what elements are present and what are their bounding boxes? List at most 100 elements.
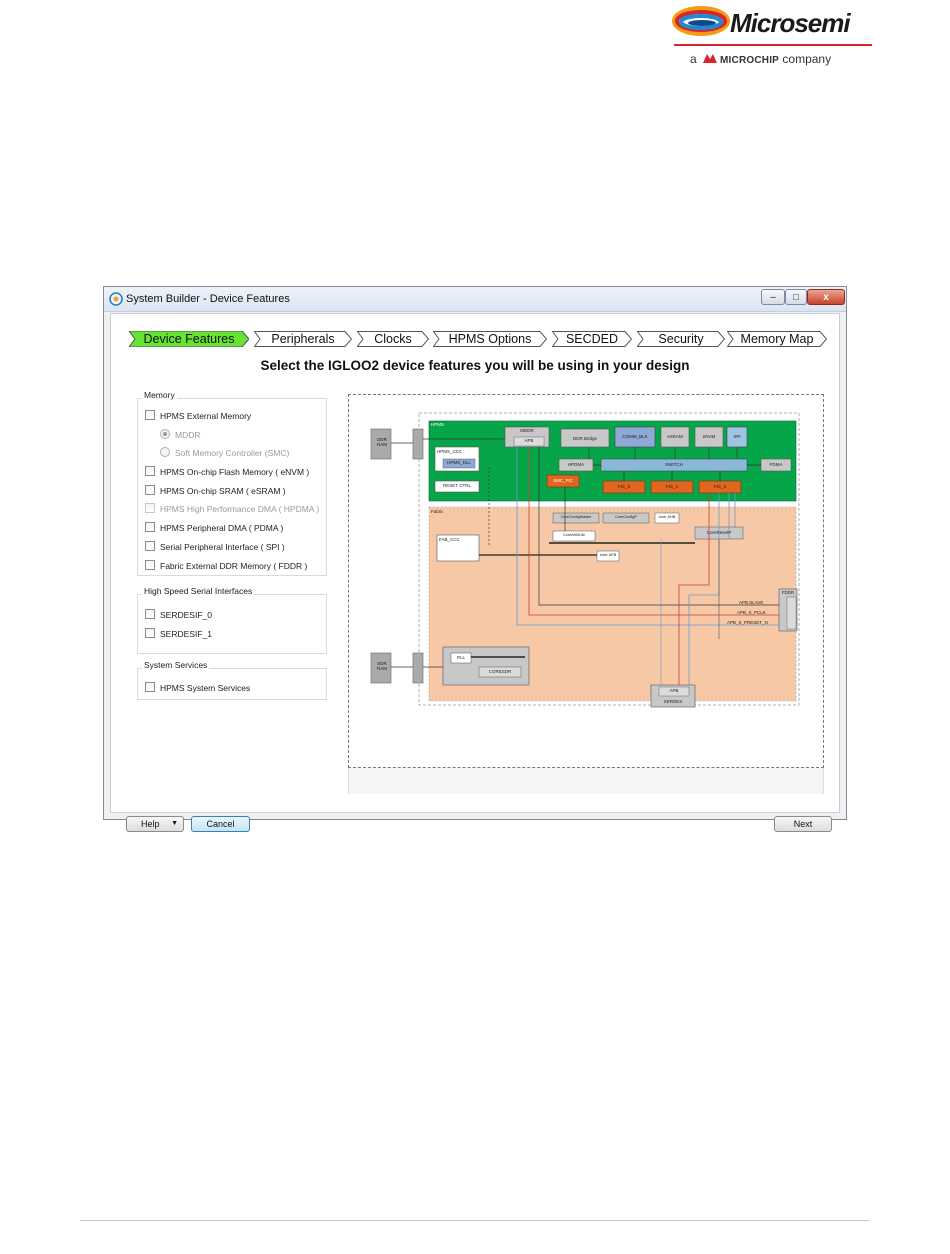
logo-divider bbox=[674, 44, 872, 46]
radio-dot[interactable] bbox=[160, 429, 170, 439]
page-footer-rule bbox=[80, 1220, 870, 1221]
tab-peripherals[interactable]: Peripherals bbox=[254, 331, 352, 347]
fic-0-label: FIC_0 bbox=[617, 484, 631, 489]
tab-hpms-options[interactable]: HPMS Options bbox=[433, 331, 547, 347]
microchip-icon bbox=[703, 54, 718, 63]
help-button[interactable]: Help ▼ bbox=[126, 816, 184, 832]
brand-tagline: a MICROCHIP company bbox=[690, 52, 831, 66]
checkbox-box[interactable] bbox=[145, 541, 155, 551]
hpms-dll-label: HPMS_DLL bbox=[447, 460, 471, 465]
radio-dot[interactable] bbox=[160, 447, 170, 457]
tab-memory-map[interactable]: Memory Map bbox=[727, 331, 827, 347]
pdma-label: PDMA bbox=[769, 462, 783, 467]
checkbox-box[interactable] bbox=[145, 522, 155, 532]
option-label: HPMS External Memory bbox=[160, 411, 252, 421]
switch-label: SWITCH bbox=[665, 462, 683, 467]
checkbox-box[interactable] bbox=[145, 410, 155, 420]
hpms-system-services-checkbox[interactable]: HPMS System Services bbox=[145, 681, 250, 695]
apb-s-pclk-label: APB_S_PCLK bbox=[737, 610, 766, 615]
fabric-label: Fabric bbox=[431, 509, 444, 514]
serdesif-0-checkbox[interactable]: SERDESIF_0 bbox=[145, 608, 212, 622]
fab-ccc-label: FAB_CCC bbox=[439, 537, 460, 542]
checkbox-box[interactable] bbox=[145, 560, 155, 570]
tab-label: Security bbox=[658, 332, 704, 346]
wizard-steps: Device Features Peripherals Clocks HPMS … bbox=[129, 331, 829, 347]
pdma-checkbox[interactable]: HPMS Peripheral DMA ( PDMA ) bbox=[145, 521, 283, 535]
coreahblite-label: CoreAHBLite bbox=[562, 533, 586, 537]
tab-device-features[interactable]: Device Features bbox=[129, 331, 249, 347]
next-button[interactable]: Next bbox=[774, 816, 832, 832]
hpdma-label: HPDMA bbox=[567, 462, 585, 467]
tag-suffix: company bbox=[782, 52, 832, 66]
close-button[interactable]: x bbox=[807, 289, 845, 305]
tab-label: HPMS Options bbox=[448, 332, 532, 346]
option-label: SERDESIF_0 bbox=[160, 610, 212, 620]
coresdr-label: CORESDR bbox=[488, 669, 512, 674]
checkbox-box[interactable] bbox=[145, 503, 155, 513]
option-label: Soft Memory Controller (SMC) bbox=[175, 448, 290, 458]
smc-fic-label: SMC_FIC bbox=[553, 478, 573, 483]
system-builder-window: System Builder - Device Features – □ x D… bbox=[103, 286, 847, 832]
title-bar[interactable]: System Builder - Device Features – □ x bbox=[104, 287, 846, 312]
option-label: HPMS High Performance DMA ( HPDMA ) bbox=[160, 504, 320, 514]
app-icon bbox=[109, 292, 123, 306]
tab-clocks[interactable]: Clocks bbox=[357, 331, 429, 347]
option-label: Serial Peripheral Interface ( SPI ) bbox=[160, 542, 285, 552]
serial-interfaces-group: High Speed Serial Interfaces SERDESIF_0 … bbox=[137, 586, 327, 654]
tab-security[interactable]: Security bbox=[637, 331, 725, 347]
minimize-button[interactable]: – bbox=[761, 289, 785, 305]
fic-2-label: FIC_2 bbox=[713, 484, 727, 489]
option-label: Fabric External DDR Memory ( FDDR ) bbox=[160, 561, 308, 571]
mddr-label: MDDR bbox=[520, 428, 534, 433]
core-reset-label: CoreResetP bbox=[706, 530, 732, 535]
envm-checkbox[interactable]: HPMS On-chip Flash Memory ( eNVM ) bbox=[145, 465, 309, 479]
wizard-client-area: Device Features Peripherals Clocks HPMS … bbox=[110, 313, 840, 832]
page-heading: Select the IGLOO2 device features you wi… bbox=[260, 358, 690, 373]
smc-radio[interactable]: Soft Memory Controller (SMC) bbox=[160, 446, 289, 460]
maximize-button[interactable]: □ bbox=[785, 289, 807, 305]
group-title: High Speed Serial Interfaces bbox=[142, 586, 255, 596]
serdesif-1-checkbox[interactable]: SERDESIF_1 bbox=[145, 627, 212, 641]
checkbox-box[interactable] bbox=[145, 682, 155, 692]
fddr-label: FDDR bbox=[781, 590, 795, 595]
diagram-footer-area bbox=[348, 768, 824, 794]
microsemi-swirl-icon bbox=[672, 6, 730, 36]
option-label: MDDR bbox=[175, 430, 201, 440]
checkbox-box[interactable] bbox=[145, 466, 155, 476]
checkbox-box[interactable] bbox=[145, 485, 155, 495]
comm-blk-label: COMM_BLK bbox=[622, 434, 648, 439]
tag-prefix: a bbox=[690, 52, 697, 66]
device-block-diagram: HPMS Fabric DDR RAM SDR RAM MDDR APB DDR… bbox=[348, 394, 824, 768]
hpms-ccc-label: HPMS_CCC bbox=[437, 449, 463, 454]
apb-slave-label: APB SLAVE bbox=[739, 600, 764, 605]
tab-secded[interactable]: SECDED bbox=[552, 331, 632, 347]
ddr-bridge-label: DDR Bridge bbox=[572, 436, 597, 441]
envm-label: eNVM bbox=[702, 434, 716, 439]
checkbox-box[interactable] bbox=[145, 609, 155, 619]
fic-1-label: FIC_1 bbox=[665, 484, 679, 489]
mddr-radio[interactable]: MDDR bbox=[160, 428, 201, 442]
option-label: HPMS On-chip SRAM ( eSRAM ) bbox=[160, 486, 286, 496]
hpms-external-memory-checkbox[interactable]: HPMS External Memory bbox=[145, 409, 251, 423]
fddr-checkbox[interactable]: Fabric External DDR Memory ( FDDR ) bbox=[145, 559, 307, 573]
spi-checkbox[interactable]: Serial Peripheral Interface ( SPI ) bbox=[145, 540, 285, 554]
tag-brand: MICROCHIP bbox=[720, 55, 780, 66]
group-title: System Services bbox=[142, 660, 210, 670]
cancel-button[interactable]: Cancel bbox=[191, 816, 250, 832]
window-title: System Builder - Device Features bbox=[126, 293, 290, 305]
esram-checkbox[interactable]: HPMS On-chip SRAM ( eSRAM ) bbox=[145, 484, 286, 498]
option-label: SERDESIF_1 bbox=[160, 629, 212, 639]
sdr-ram-label: SDR RAM bbox=[377, 661, 387, 671]
hpms-label: HPMS bbox=[431, 422, 445, 427]
reset-ctrl-label: RESET CTRL bbox=[443, 483, 471, 488]
option-label: HPMS Peripheral DMA ( PDMA ) bbox=[160, 523, 284, 533]
serdes-label: SERDES bbox=[663, 699, 683, 704]
hpdma-checkbox[interactable]: HPMS High Performance DMA ( HPDMA ) bbox=[145, 502, 319, 516]
tab-label: SECDED bbox=[565, 332, 619, 346]
tab-label: Device Features bbox=[143, 332, 235, 346]
pll-label: PLL bbox=[456, 655, 465, 660]
checkbox-box[interactable] bbox=[145, 628, 155, 638]
tab-label: Peripherals bbox=[271, 332, 335, 346]
brand-name: Microsemi bbox=[730, 8, 851, 38]
sdr-phy-block bbox=[412, 652, 424, 684]
